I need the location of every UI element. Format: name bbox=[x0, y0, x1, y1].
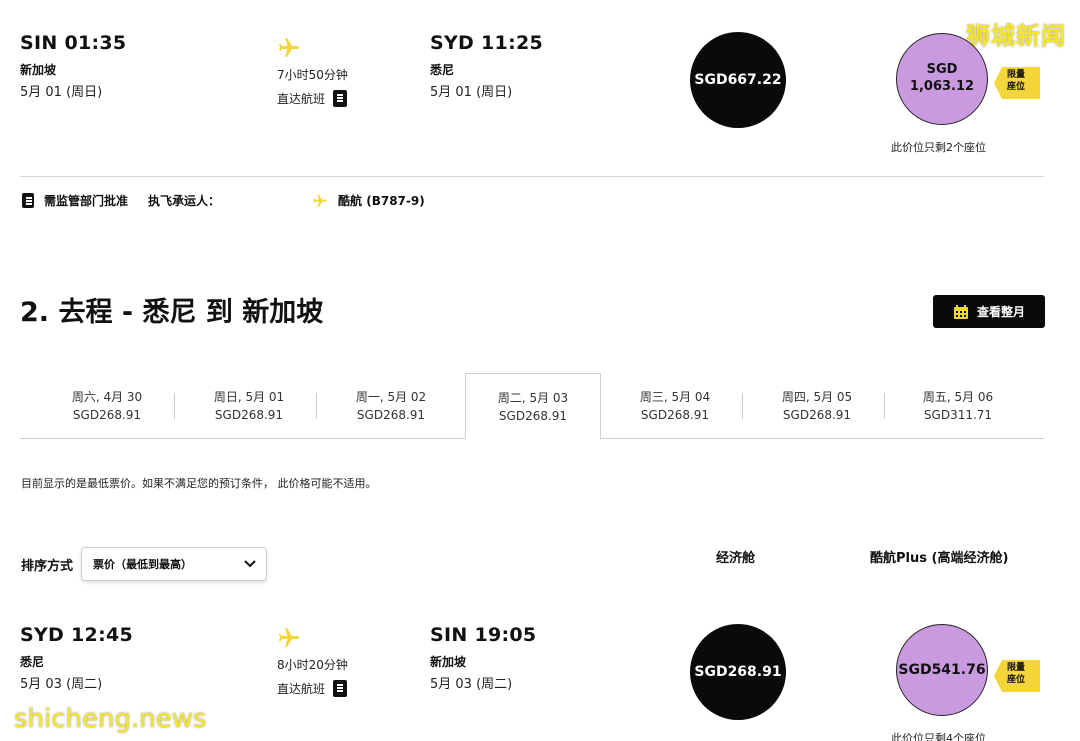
economy-price-button[interactable]: SGD268.91 bbox=[690, 624, 792, 726]
date-tab-price: SGD268.91 bbox=[214, 408, 284, 422]
flight-duration-info: 7小时50分钟 直达航班 bbox=[277, 36, 348, 107]
departure-info: SIN 01:35 新加坡 5月 01 (周日) bbox=[20, 32, 126, 100]
departure-city: 悉尼 bbox=[20, 655, 45, 669]
calendar-icon bbox=[953, 304, 968, 319]
departure-time: SYD 12:45 bbox=[20, 624, 134, 646]
arrival-time: SIN 19:05 bbox=[430, 624, 537, 646]
arrival-city: 悉尼 bbox=[430, 63, 455, 77]
date-tab-price: SGD268.91 bbox=[356, 408, 426, 422]
plus-price-button[interactable]: SGD 1,063.12 bbox=[896, 33, 994, 131]
flight-duration: 7小时50分钟 bbox=[277, 68, 348, 82]
economy-price: SGD268.91 bbox=[694, 664, 782, 680]
plus-price-button[interactable]: SGD541.76 bbox=[896, 624, 994, 722]
plus-price: SGD541.76 bbox=[898, 661, 986, 678]
date-tab-day: 周二, 5月 03 bbox=[497, 391, 569, 405]
date-tabs: 周六, 4月 30 SGD268.91 周日, 5月 01 SGD268.91 … bbox=[20, 373, 1044, 440]
view-month-label: 查看整月 bbox=[976, 305, 1025, 319]
date-tab-price: SGD268.91 bbox=[782, 408, 852, 422]
date-tab-day: 周六, 4月 30 bbox=[71, 390, 143, 404]
arrival-time: SYD 11:25 bbox=[430, 32, 544, 54]
date-tab-day: 周四, 5月 05 bbox=[781, 390, 853, 404]
phone-icon bbox=[22, 193, 34, 208]
fare-notice: 目前显示的是最低票价。如果不满足您的预订条件， 此价格可能不适用。 bbox=[21, 477, 377, 490]
date-tab-price: SGD268.91 bbox=[640, 408, 710, 422]
seats-left-notice: 此价位只剩2个座位 bbox=[891, 141, 986, 154]
phone-icon bbox=[333, 90, 348, 107]
date-tab-day: 周日, 5月 01 bbox=[213, 390, 285, 404]
arrival-info: SIN 19:05 新加坡 5月 03 (周二) bbox=[430, 624, 536, 692]
departure-time: SIN 01:35 bbox=[20, 32, 127, 54]
economy-price-button[interactable]: SGD667.22 bbox=[690, 32, 792, 134]
date-tab-day: 周五, 5月 06 bbox=[922, 390, 994, 404]
column-economy: 经济舱 bbox=[716, 551, 756, 566]
limited-badge-line2: 座位 bbox=[1007, 81, 1026, 92]
date-tab[interactable]: 周一, 5月 02 SGD268.91 bbox=[323, 373, 459, 439]
phone-icon bbox=[333, 680, 348, 697]
approval-note: 需监管部门批准 bbox=[44, 194, 129, 208]
view-month-button[interactable]: 查看整月 bbox=[933, 295, 1045, 328]
arrival-date: 5月 01 (周日) bbox=[430, 85, 513, 100]
date-tab-price: SGD268.91 bbox=[498, 409, 568, 423]
direct-flight: 直达航班 bbox=[277, 90, 348, 107]
plus-price-amount: 1,063.12 bbox=[909, 79, 975, 94]
flight-row-1: SIN 01:35 新加坡 5月 01 (周日) 7小时50分钟 直达航班 SY… bbox=[0, 32, 1080, 172]
direct-flight: 直达航班 bbox=[277, 680, 348, 697]
departure-info: SYD 12:45 悉尼 5月 03 (周二) bbox=[20, 624, 133, 692]
limited-seats-badge: 限量 座位 bbox=[994, 67, 1040, 99]
watermark-bottom: shicheng.news bbox=[14, 704, 207, 734]
arrival-date: 5月 03 (周二) bbox=[430, 677, 513, 692]
date-tab[interactable]: 周五, 5月 06 SGD311.71 bbox=[890, 373, 1026, 439]
limited-badge-line1: 限量 bbox=[1007, 663, 1026, 673]
sort-select[interactable]: 票价（最低到最高） bbox=[81, 547, 267, 581]
section-title: 2. 去程 - 悉尼 到 新加坡 bbox=[20, 297, 324, 328]
limited-badge-line2: 座位 bbox=[1007, 674, 1026, 685]
date-tab-price: SGD268.91 bbox=[72, 408, 142, 422]
sort-selected-value: 票价（最低到最高） bbox=[93, 558, 192, 571]
chevron-down-icon bbox=[244, 560, 256, 568]
date-tab[interactable]: 周六, 4月 30 SGD268.91 bbox=[39, 373, 175, 439]
flight-info-row: 需监管部门批准 执飞承运人： 酷航 (B787-9) bbox=[22, 192, 425, 209]
arrival-city: 新加坡 bbox=[430, 655, 467, 669]
sort-label: 排序方式 bbox=[21, 559, 74, 574]
column-plus: 酷航Plus (高端经济舱) bbox=[870, 551, 1009, 566]
flight-duration: 8小时20分钟 bbox=[277, 658, 348, 672]
divider bbox=[20, 176, 1044, 177]
date-tab-price: SGD311.71 bbox=[923, 408, 993, 422]
plane-icon bbox=[313, 193, 327, 207]
flight-duration-info: 8小时20分钟 直达航班 bbox=[277, 626, 348, 697]
seats-left-notice: 此价位只剩4个座位 bbox=[891, 732, 986, 741]
date-tab-day: 周三, 5月 04 bbox=[639, 390, 711, 404]
plane-icon bbox=[279, 628, 299, 647]
operator-label: 执飞承运人： bbox=[148, 194, 221, 208]
limited-seats-badge: 限量 座位 bbox=[994, 660, 1040, 692]
economy-price: SGD667.22 bbox=[694, 72, 782, 88]
date-tab-active[interactable]: 周二, 5月 03 SGD268.91 bbox=[465, 373, 601, 440]
date-tab[interactable]: 周日, 5月 01 SGD268.91 bbox=[181, 373, 317, 439]
direct-flight-label: 直达航班 bbox=[277, 92, 326, 106]
plane-icon bbox=[279, 38, 299, 57]
date-tab-day: 周一, 5月 02 bbox=[355, 390, 427, 404]
operator-name: 酷航 (B787-9) bbox=[338, 194, 425, 208]
limited-badge-line1: 限量 bbox=[1007, 70, 1026, 80]
arrival-info: SYD 11:25 悉尼 5月 01 (周日) bbox=[430, 32, 543, 100]
direct-flight-label: 直达航班 bbox=[277, 682, 326, 696]
departure-city: 新加坡 bbox=[20, 63, 57, 77]
date-tab[interactable]: 周四, 5月 05 SGD268.91 bbox=[749, 373, 885, 439]
departure-date: 5月 03 (周二) bbox=[20, 677, 103, 692]
date-tab[interactable]: 周三, 5月 04 SGD268.91 bbox=[607, 373, 743, 439]
departure-date: 5月 01 (周日) bbox=[20, 85, 103, 100]
plus-price-currency: SGD bbox=[926, 62, 958, 78]
